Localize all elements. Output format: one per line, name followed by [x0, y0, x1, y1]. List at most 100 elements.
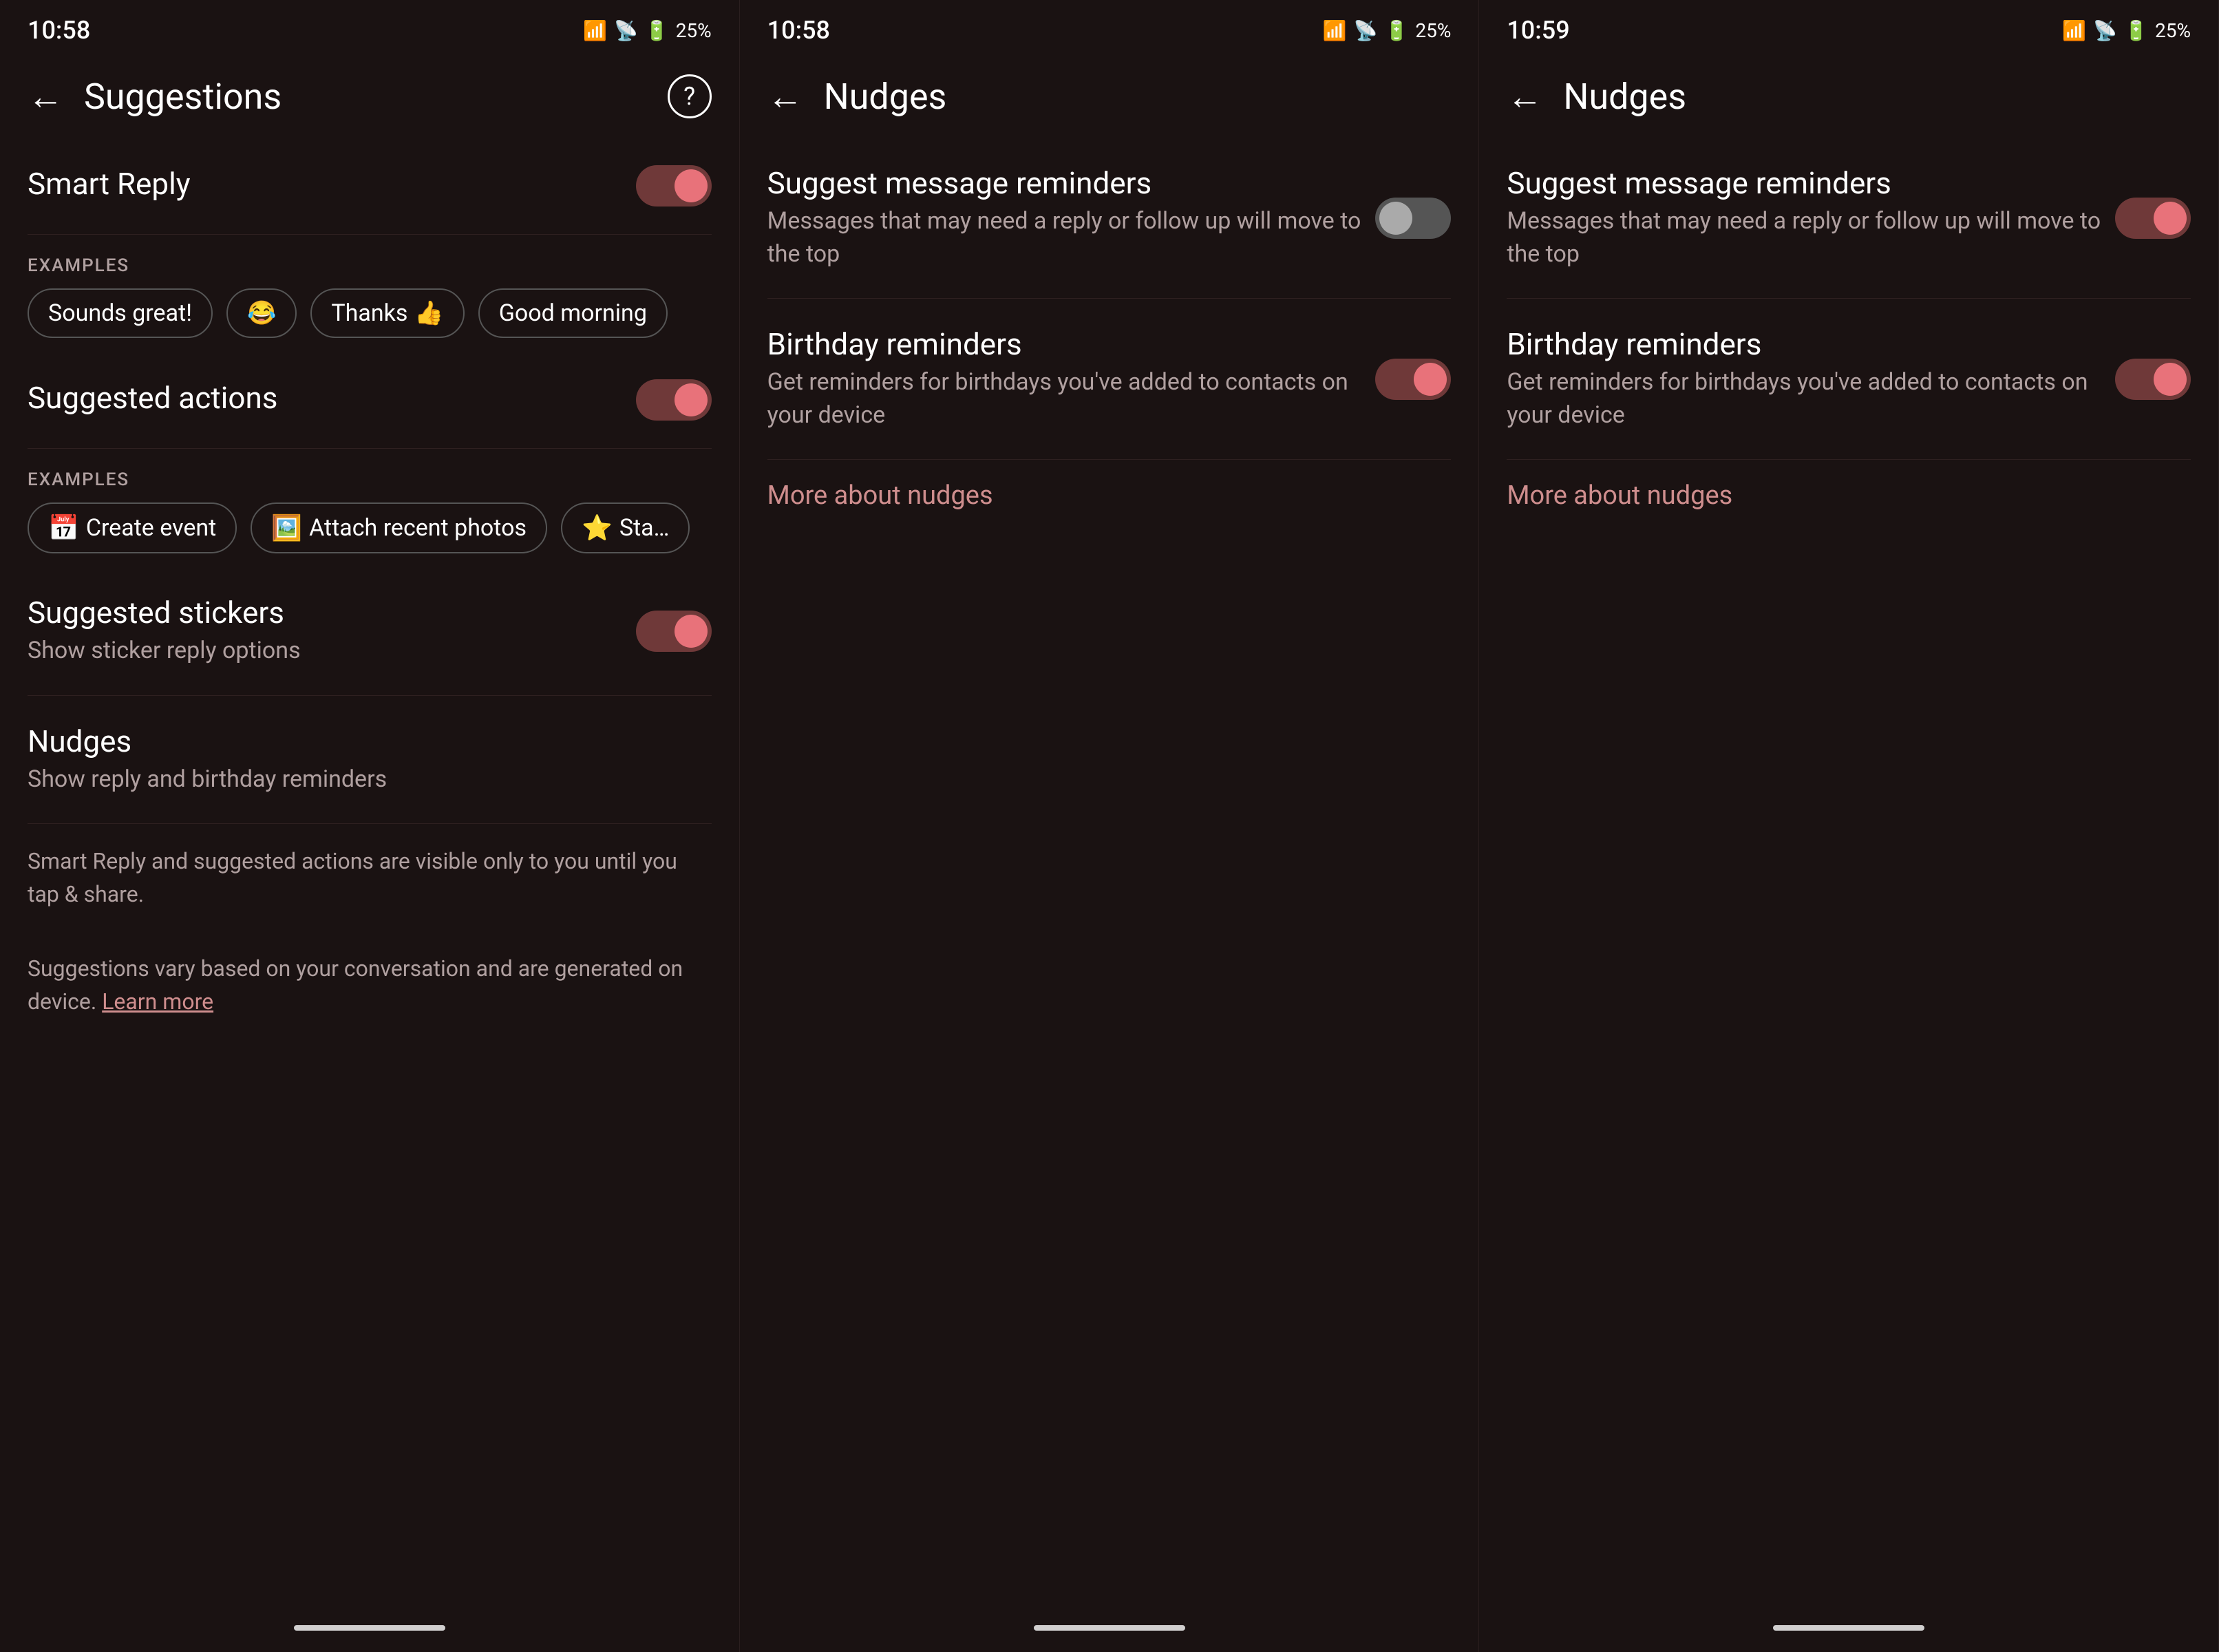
content-nudges-1: Suggest message reminders Messages that …: [740, 138, 1479, 1611]
battery-icon-2: 🔋: [1384, 19, 1408, 42]
suggested-stickers-title: Suggested stickers: [28, 595, 622, 631]
nudges-nav-subtitle: Show reply and birthday reminders: [28, 763, 712, 796]
more-about-nudges-link-2[interactable]: More about nudges: [1507, 460, 2191, 531]
smart-reply-title: Smart Reply: [28, 166, 622, 202]
suggested-stickers-toggle[interactable]: [636, 611, 712, 652]
suggest-reminders-info-1: Suggest message reminders Messages that …: [767, 165, 1362, 271]
status-bar-2: 10:58 📶 📡 🔋 25%: [740, 0, 1479, 55]
suggested-stickers-info: Suggested stickers Show sticker reply op…: [28, 595, 622, 668]
battery-icon-1: 🔋: [645, 19, 669, 42]
learn-more-link[interactable]: Learn more: [102, 988, 213, 1015]
smart-reply-section: Smart Reply EXAMPLES Sounds great! 😂 Tha…: [28, 138, 712, 338]
status-time-1: 10:58: [28, 16, 90, 45]
birthday-reminders-toggle-2[interactable]: [2115, 359, 2191, 400]
back-button-3[interactable]: ←: [1507, 76, 1542, 118]
chip-star[interactable]: ⭐ Sta…: [561, 502, 690, 553]
top-bar-nudges-2: ← Nudges: [1479, 55, 2218, 138]
chip-sounds-great[interactable]: Sounds great!: [28, 288, 213, 338]
suggested-actions-section: Suggested actions EXAMPLES 📅 Create even…: [28, 352, 712, 553]
screen-nudges-2: 10:59 📶 📡 🔋 25% ← Nudges Suggest message…: [1479, 0, 2219, 1652]
top-bar-nudges-1: ← Nudges: [740, 55, 1479, 138]
suggested-stickers-toggle-thumb: [675, 615, 708, 648]
chip-create-event-label: Create event: [86, 514, 216, 542]
chip-create-event[interactable]: 📅 Create event: [28, 502, 237, 553]
more-about-nudges-link-1[interactable]: More about nudges: [767, 460, 1452, 531]
chip-attach-photos[interactable]: 🖼️ Attach recent photos: [251, 502, 547, 553]
suggest-reminders-info-2: Suggest message reminders Messages that …: [1507, 165, 2101, 271]
suggest-reminders-subtitle-2: Messages that may need a reply or follow…: [1507, 205, 2101, 271]
bottom-indicator-1: [294, 1625, 445, 1631]
chip-create-event-icon: 📅: [48, 513, 79, 542]
nudges-nav-row[interactable]: Nudges Show reply and birthday reminders: [28, 696, 712, 825]
smart-reply-toggle-thumb: [675, 169, 708, 202]
suggest-reminders-title-2: Suggest message reminders: [1507, 165, 2101, 201]
chip-star-icon: ⭐: [582, 513, 613, 542]
help-icon-1[interactable]: ?: [668, 74, 712, 118]
wifi-icon-2: 📶: [1323, 19, 1347, 42]
screen-nudges-1: 10:58 📶 📡 🔋 25% ← Nudges Suggest message…: [740, 0, 1480, 1652]
chip-sounds-great-label: Sounds great!: [48, 299, 192, 327]
smart-reply-row: Smart Reply: [28, 138, 712, 235]
smart-reply-examples-label: EXAMPLES: [28, 255, 712, 276]
back-button-2[interactable]: ←: [767, 76, 803, 118]
status-icons-1: 📶 📡 🔋 25%: [583, 19, 712, 42]
suggest-reminders-subtitle-1: Messages that may need a reply or follow…: [767, 205, 1362, 271]
birthday-reminders-subtitle-2: Get reminders for birthdays you've added…: [1507, 366, 2101, 432]
page-title-nudges-1: Nudges: [824, 76, 1452, 118]
suggested-actions-examples-label: EXAMPLES: [28, 469, 712, 490]
chip-emoji[interactable]: 😂: [226, 288, 297, 338]
bottom-indicator-3: [1773, 1625, 1924, 1631]
status-bar-3: 10:59 📶 📡 🔋 25%: [1479, 0, 2218, 55]
suggested-actions-row: Suggested actions: [28, 352, 712, 449]
suggested-actions-title: Suggested actions: [28, 380, 622, 416]
wifi-icon-1: 📶: [583, 19, 607, 42]
chip-attach-photos-label: Attach recent photos: [309, 514, 527, 542]
signal-icon-2: 📡: [1354, 19, 1378, 42]
birthday-reminders-row-1: Birthday reminders Get reminders for bir…: [767, 299, 1452, 460]
birthday-reminders-toggle-thumb-1: [1414, 363, 1447, 396]
birthday-reminders-info-1: Birthday reminders Get reminders for bir…: [767, 326, 1362, 432]
chip-thanks[interactable]: Thanks 👍: [310, 288, 464, 338]
suggest-reminders-row-1: Suggest message reminders Messages that …: [767, 138, 1452, 299]
suggested-actions-info: Suggested actions: [28, 380, 622, 420]
nudges-nav-title: Nudges: [28, 723, 712, 759]
content-nudges-2: Suggest message reminders Messages that …: [1479, 138, 2218, 1611]
birthday-reminders-info-2: Birthday reminders Get reminders for bir…: [1507, 326, 2101, 432]
smart-reply-chips: Sounds great! 😂 Thanks 👍 Good morning: [28, 288, 712, 338]
page-title-suggestions: Suggestions: [84, 76, 668, 118]
suggest-reminders-toggle-2[interactable]: [2115, 198, 2191, 239]
chip-thanks-icon: 👍: [414, 299, 443, 327]
smart-reply-info: Smart Reply: [28, 166, 622, 206]
chip-emoji-icon: 😂: [247, 299, 276, 327]
top-bar-suggestions: ← Suggestions ?: [0, 55, 739, 138]
wifi-icon-3: 📶: [2062, 19, 2086, 42]
screen-suggestions: 10:58 📶 📡 🔋 25% ← Suggestions ? Smart Re…: [0, 0, 740, 1652]
footer-line-1: Smart Reply and suggested actions are vi…: [28, 824, 712, 931]
battery-text-1: 25%: [676, 19, 712, 42]
birthday-reminders-toggle-thumb-2: [2154, 363, 2187, 396]
status-icons-2: 📶 📡 🔋 25%: [1323, 19, 1452, 42]
smart-reply-toggle[interactable]: [636, 165, 712, 206]
battery-icon-3: 🔋: [2124, 19, 2148, 42]
suggested-actions-toggle[interactable]: [636, 379, 712, 421]
suggest-reminders-row-2: Suggest message reminders Messages that …: [1507, 138, 2191, 299]
suggest-reminders-toggle-thumb-2: [2154, 202, 2187, 235]
content-suggestions: Smart Reply EXAMPLES Sounds great! 😂 Tha…: [0, 138, 739, 1611]
birthday-reminders-toggle-1[interactable]: [1375, 359, 1451, 400]
suggested-stickers-row: Suggested stickers Show sticker reply op…: [28, 567, 712, 696]
chip-good-morning-label: Good morning: [499, 299, 647, 327]
bottom-bar-1: [0, 1611, 739, 1652]
birthday-reminders-title-1: Birthday reminders: [767, 326, 1362, 362]
birthday-reminders-row-2: Birthday reminders Get reminders for bir…: [1507, 299, 2191, 460]
chip-good-morning[interactable]: Good morning: [478, 288, 668, 338]
birthday-reminders-subtitle-1: Get reminders for birthdays you've added…: [767, 366, 1362, 432]
bottom-indicator-2: [1034, 1625, 1185, 1631]
status-bar-1: 10:58 📶 📡 🔋 25%: [0, 0, 739, 55]
chip-thanks-label: Thanks: [331, 299, 407, 327]
chip-attach-photos-icon: 🖼️: [271, 513, 302, 542]
footer-line-2: Suggestions vary based on your conversat…: [28, 931, 712, 1039]
back-button-1[interactable]: ←: [28, 76, 63, 118]
battery-text-2: 25%: [1415, 19, 1451, 42]
battery-text-3: 25%: [2155, 19, 2191, 42]
suggest-reminders-toggle-1[interactable]: [1375, 198, 1451, 239]
